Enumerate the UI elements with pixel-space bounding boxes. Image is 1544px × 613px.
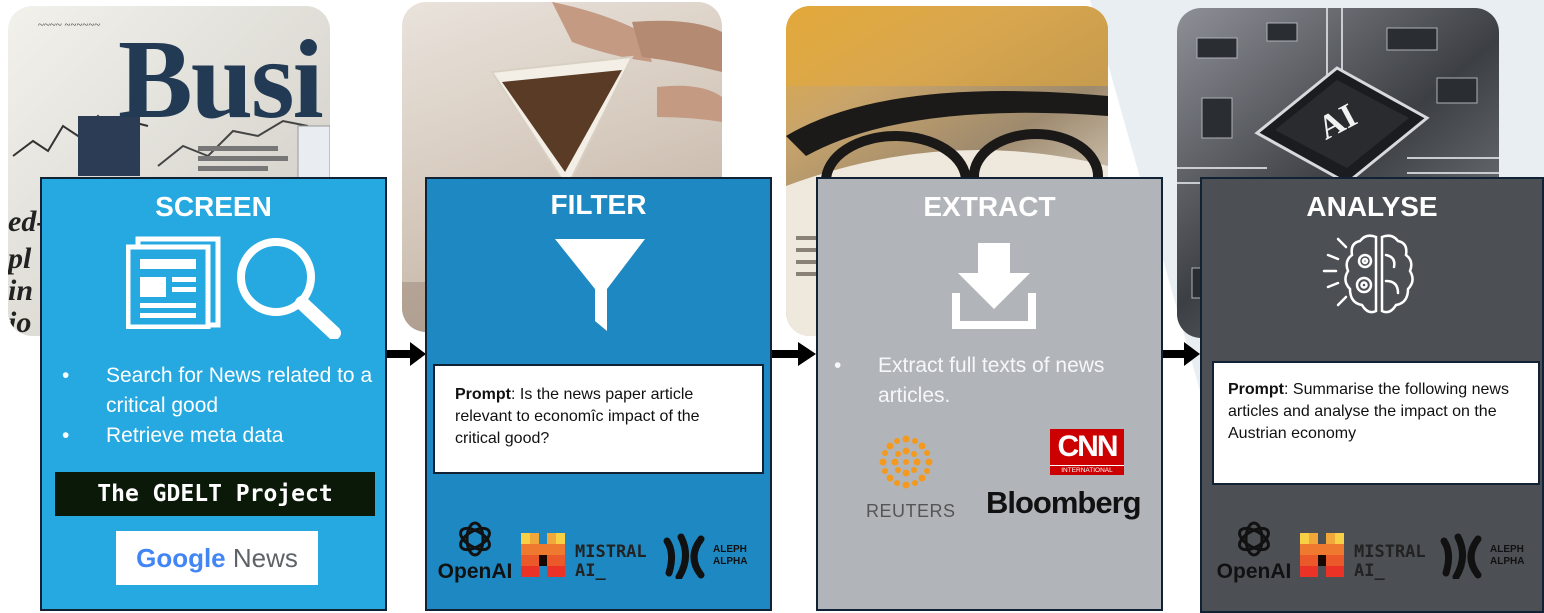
- analyse-title: ANALYSE: [1306, 191, 1438, 222]
- newspaper-icon: [126, 236, 221, 329]
- funnel-icon: [555, 239, 645, 331]
- screen-bullets: Search for News related to a critical go…: [62, 361, 382, 451]
- filter-panel: FILTER Prompt: Is the news paper article…: [425, 177, 772, 611]
- bullet-item: Retrieve meta data: [62, 421, 382, 451]
- arrow-2: [772, 342, 816, 366]
- svg-text:in: in: [8, 274, 33, 307]
- openai-icon: [459, 521, 491, 557]
- prompt-label: Prompt: [1228, 381, 1284, 398]
- svg-text:io: io: [8, 306, 31, 336]
- aleph-alpha-wordmark: ALEPH ALPHA: [1490, 544, 1525, 567]
- analyse-prompt-box: Prompt: Summarise the following news art…: [1212, 361, 1540, 485]
- news-wordmark: News: [232, 543, 298, 573]
- openai-logo: OpenAI: [1214, 519, 1294, 584]
- openai-logo: OpenAI: [435, 519, 515, 584]
- svg-text:~~~~ ~~~~~~: ~~~~ ~~~~~~: [38, 19, 100, 31]
- magnifier-icon: [237, 238, 341, 339]
- gdelt-logo: The GDELT Project: [55, 472, 375, 516]
- cnn-logo: CNN INTERNATIONAL: [1050, 429, 1124, 475]
- llm-logos: OpenAI MISTRAL AI_ ALEPH ALPHA: [435, 519, 765, 591]
- mistral-icon: [521, 533, 565, 577]
- google-news-logo: Google News: [116, 531, 318, 585]
- prompt-label: Prompt: [455, 386, 511, 403]
- bullet-item: Search for News related to a critical go…: [62, 361, 382, 421]
- download-icon: [952, 243, 1036, 329]
- bloomberg-wordmark: Bloomberg: [986, 485, 1142, 520]
- arrow-3: [1160, 342, 1200, 366]
- aleph-alpha-icon: [1440, 533, 1482, 579]
- extract-bullets: Extract full texts of news articles.: [834, 351, 1154, 411]
- reuters-icon: [879, 435, 933, 489]
- svg-text:pl: pl: [8, 242, 32, 275]
- arrow-1: [386, 342, 426, 366]
- extract-panel: EXTRACT Extract full texts of news artic…: [816, 177, 1163, 611]
- mistral-wordmark: MISTRAL AI_: [1354, 542, 1426, 581]
- llm-logos: OpenAI MISTRAL AI_ ALEPH ALPHA: [1214, 519, 1544, 591]
- screen-panel: SCREEN Search for News related to a crit…: [40, 177, 387, 611]
- aleph-alpha-wordmark: ALEPH ALPHA: [713, 544, 748, 567]
- mistral-icon: [1300, 533, 1344, 577]
- mistral-wordmark: MISTRAL AI_: [575, 542, 647, 581]
- extract-title: EXTRACT: [923, 191, 1056, 222]
- filter-prompt-box: Prompt: Is the news paper article releva…: [433, 364, 764, 474]
- analyse-panel: ANALYSE Prompt: Summarise the following …: [1200, 177, 1544, 613]
- screen-title: SCREEN: [155, 191, 272, 222]
- aleph-alpha-icon: [663, 533, 705, 579]
- bullet-item: Extract full texts of news articles.: [834, 351, 1154, 411]
- brain-gears-icon: [1322, 234, 1414, 314]
- openai-icon: [1238, 521, 1270, 557]
- newspaper-headline: Busi: [118, 18, 324, 142]
- google-wordmark: Google: [136, 543, 226, 573]
- filter-title: FILTER: [550, 189, 647, 220]
- reuters-wordmark: REUTERS: [866, 501, 956, 521]
